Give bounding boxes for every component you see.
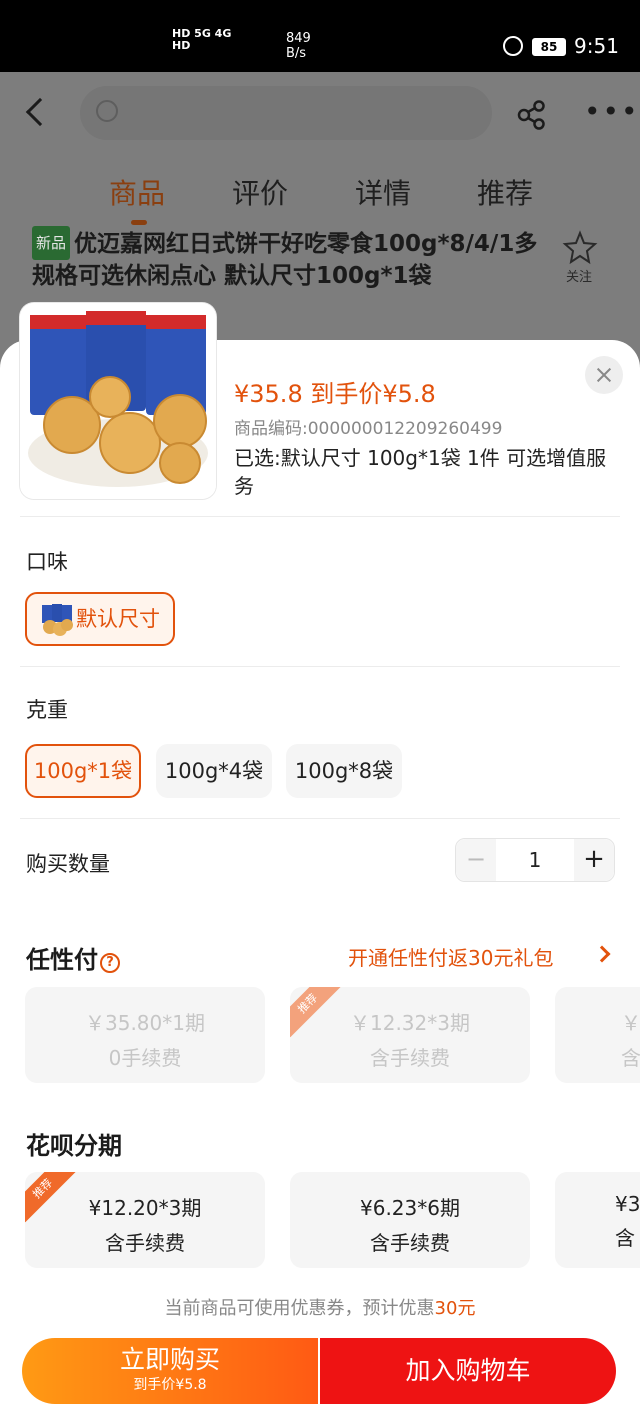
- cookie-image: [20, 303, 216, 499]
- divider: [20, 666, 620, 667]
- tab-details[interactable]: 详情: [355, 172, 411, 212]
- plan-amount: ¥12.20*3期: [88, 1196, 202, 1220]
- tab-bar: 商品 评价 详情 推荐: [0, 172, 640, 232]
- share-icon[interactable]: [516, 100, 546, 130]
- new-badge: 新品: [32, 226, 71, 260]
- sku-code: 商品编码:000000012209260499: [234, 419, 503, 439]
- quantity-stepper: − 1 +: [455, 838, 615, 882]
- signal-icon: HD 5G 4G HD: [172, 28, 231, 52]
- flavor-option-default[interactable]: 默认尺寸: [25, 592, 175, 646]
- renxingfu-plan-more[interactable]: ￥ 含: [555, 987, 640, 1083]
- buy-now-button[interactable]: 立即购买 到手价¥5.8: [22, 1338, 318, 1404]
- renxingfu-promo-link[interactable]: 开通任性付返30元礼包: [348, 942, 553, 971]
- plan-fee: 含: [615, 1226, 635, 1250]
- flavor-label: 口味: [26, 550, 68, 574]
- renxingfu-plan-3[interactable]: 推荐 ￥12.32*3期 含手续费: [290, 987, 530, 1083]
- renxingfu-plan-1[interactable]: ￥35.80*1期 0手续费: [25, 987, 265, 1083]
- tab-reviews[interactable]: 评价: [232, 172, 288, 212]
- product-title-text: 优迈嘉网红日式饼干好吃零食100g*8/4/1多规格可选休闲点心 默认尺寸100…: [32, 231, 538, 289]
- plan-fee: 含手续费: [370, 1231, 450, 1255]
- coupon-note-text: 当前商品可使用优惠券，预计优惠: [164, 1298, 435, 1319]
- signal-bottom: HD: [172, 39, 191, 52]
- plan-fee: 0手续费: [108, 1046, 182, 1070]
- plan-fee: 含: [621, 1046, 640, 1070]
- plan-amount: ¥3: [615, 1192, 640, 1216]
- quantity-label: 购买数量: [26, 852, 110, 876]
- network-speed-unit: B/s: [286, 46, 307, 61]
- weight-label: 克重: [26, 698, 68, 722]
- plan-amount: ￥12.32*3期: [350, 1011, 470, 1035]
- help-icon[interactable]: ?: [100, 953, 120, 973]
- flavor-thumbnail-icon: [42, 604, 73, 636]
- buy-now-label: 立即购买: [119, 1345, 220, 1374]
- tab-recommend[interactable]: 推荐: [477, 172, 533, 212]
- plan-fee: 含手续费: [105, 1231, 185, 1255]
- huabei-plan-more[interactable]: ¥3 含: [555, 1172, 640, 1268]
- weight-option-4[interactable]: 100g*4袋: [156, 744, 272, 798]
- network-speed: 849 B/s: [286, 31, 311, 61]
- decrement-button[interactable]: −: [456, 839, 496, 881]
- more-icon[interactable]: •••: [584, 98, 640, 126]
- network-speed-value: 849: [286, 31, 311, 46]
- price-line: ¥35.8 到手价¥5.8: [234, 380, 436, 408]
- renxingfu-title-text: 任性付: [26, 946, 98, 974]
- renxingfu-title: 任性付?: [26, 940, 120, 975]
- status-bar: HD 5G 4G HD 849 B/s 85 9:51: [0, 0, 640, 72]
- star-icon[interactable]: [562, 230, 598, 266]
- favorite-label[interactable]: 关注: [566, 266, 592, 285]
- back-icon[interactable]: [25, 97, 55, 127]
- tab-goods[interactable]: 商品: [109, 172, 165, 212]
- divider: [20, 818, 620, 819]
- add-to-cart-button[interactable]: 加入购物车: [320, 1338, 616, 1404]
- search-icon: [96, 100, 118, 122]
- huabei-title: 花呗分期: [26, 1132, 122, 1160]
- coupon-amount: 30元: [434, 1298, 476, 1319]
- tab-indicator: [131, 220, 147, 225]
- alarm-icon: [503, 36, 523, 56]
- plan-fee: 含手续费: [370, 1046, 450, 1070]
- plan-amount: ￥35.80*1期: [85, 1011, 205, 1035]
- plan-amount: ¥6.23*6期: [360, 1196, 460, 1220]
- search-bar[interactable]: [80, 86, 492, 140]
- coupon-note: 当前商品可使用优惠券，预计优惠30元: [0, 1294, 640, 1320]
- weight-option-8[interactable]: 100g*8袋: [286, 744, 402, 798]
- clock: 9:51: [574, 34, 619, 58]
- divider: [20, 516, 620, 517]
- close-button[interactable]: [585, 356, 623, 394]
- huabei-plan-3[interactable]: 推荐 ¥12.20*3期 含手续费: [25, 1172, 265, 1268]
- product-title: 新品 优迈嘉网红日式饼干好吃零食100g*8/4/1多规格可选休闲点心 默认尺寸1…: [32, 226, 542, 292]
- buy-now-price: 到手价¥5.8: [133, 1377, 207, 1393]
- huabei-plan-6[interactable]: ¥6.23*6期 含手续费: [290, 1172, 530, 1268]
- flavor-option-label: 默认尺寸: [76, 607, 160, 631]
- plan-amount: ￥: [621, 1011, 640, 1035]
- selected-summary: 已选:默认尺寸 100g*1袋 1件 可选增值服务: [234, 446, 607, 498]
- increment-button[interactable]: +: [574, 839, 614, 881]
- quantity-value[interactable]: 1: [496, 839, 574, 881]
- weight-option-1[interactable]: 100g*1袋: [25, 744, 141, 798]
- product-thumbnail[interactable]: [20, 303, 216, 499]
- battery-icon: 85: [532, 38, 566, 56]
